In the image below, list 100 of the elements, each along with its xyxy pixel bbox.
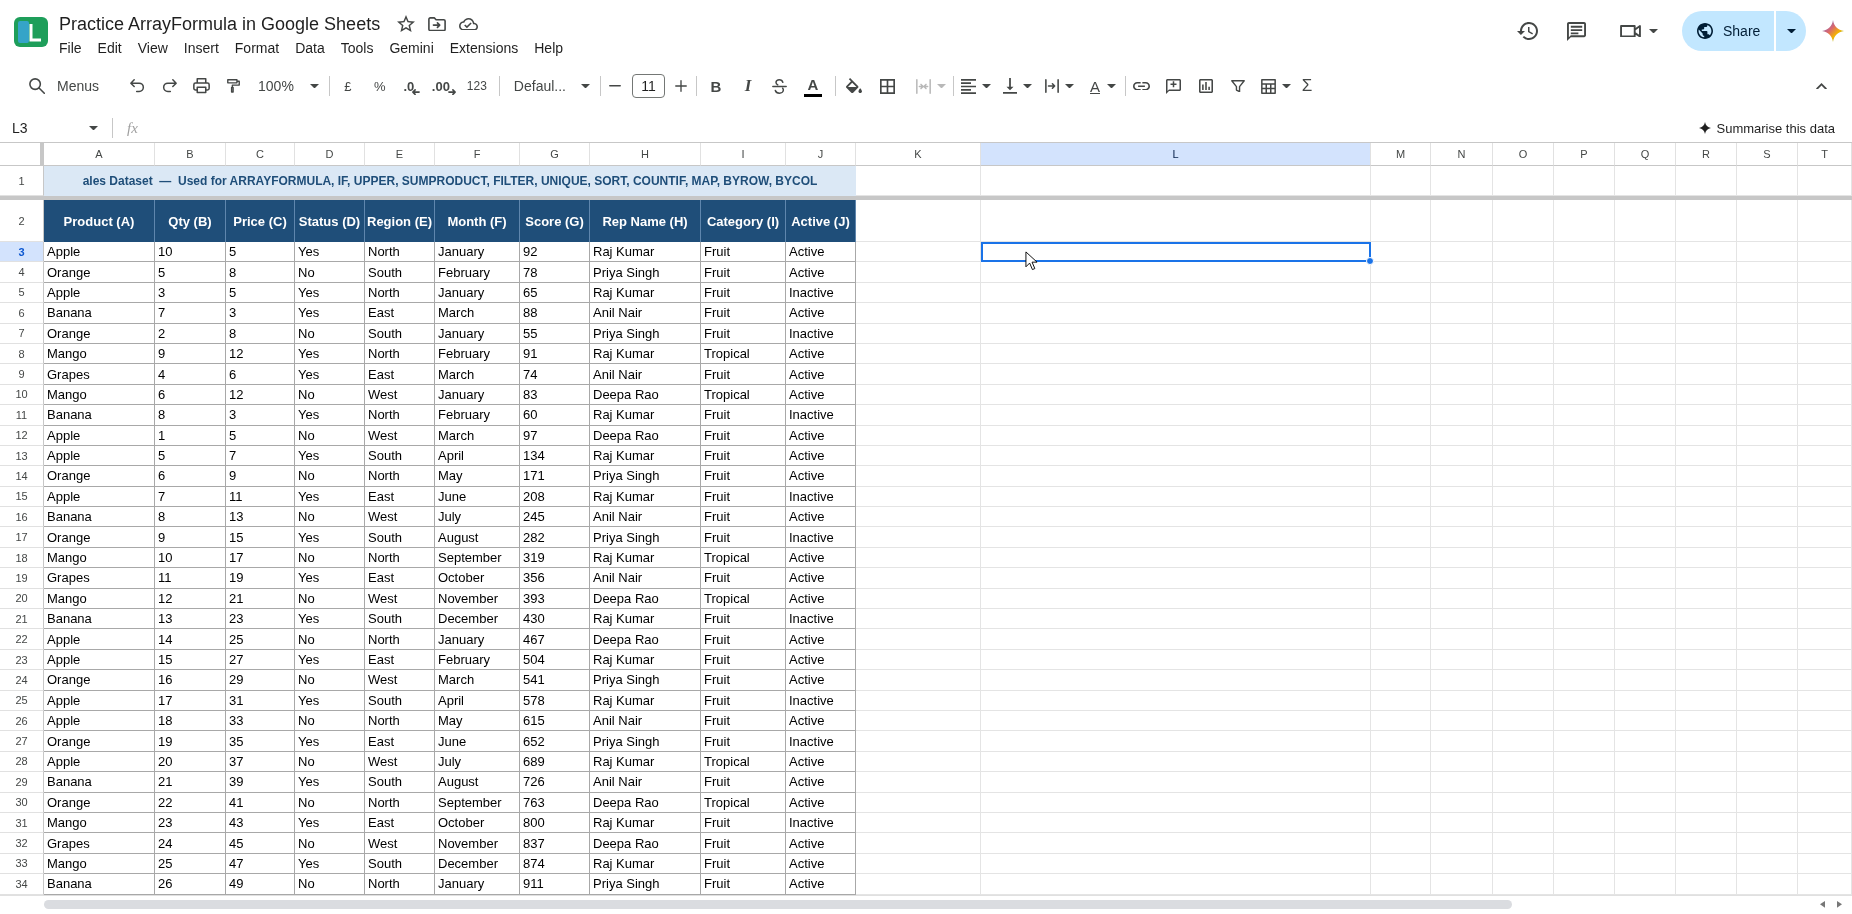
menu-item[interactable]: Help — [534, 38, 564, 58]
filter-icon[interactable] — [1231, 79, 1245, 93]
cloud-check-icon[interactable] — [459, 17, 479, 31]
scroll-right-icon[interactable] — [1837, 901, 1842, 908]
selected-cell[interactable] — [981, 242, 1371, 263]
row-header[interactable]: 28 — [0, 751, 44, 773]
paint-bucket-icon[interactable] — [846, 78, 862, 94]
row-header[interactable]: 11 — [0, 405, 44, 426]
row-header[interactable]: 31 — [0, 812, 44, 834]
align-left-icon[interactable] — [961, 78, 976, 94]
menu-item[interactable]: Format — [234, 38, 280, 58]
caret-icon[interactable] — [1649, 28, 1658, 34]
share-button[interactable]: Share — [1682, 11, 1774, 51]
align-bottom-icon[interactable] — [1003, 78, 1017, 94]
row-header[interactable]: 12 — [0, 425, 44, 446]
column-header[interactable]: P — [1554, 143, 1615, 166]
paint-roller-icon[interactable] — [226, 79, 240, 93]
caret-icon[interactable] — [1282, 83, 1291, 89]
menu-item[interactable]: Data — [295, 38, 325, 58]
row-header[interactable]: 26 — [0, 711, 44, 732]
column-header[interactable]: S — [1737, 143, 1798, 166]
borders-icon[interactable] — [880, 78, 896, 94]
add-comment-icon[interactable] — [1166, 78, 1182, 94]
redo-icon[interactable] — [161, 79, 177, 93]
table-grid-icon[interactable] — [1261, 78, 1276, 94]
star-icon[interactable] — [397, 15, 416, 33]
caret-icon[interactable] — [982, 83, 991, 89]
strikethrough-icon[interactable] — [772, 78, 788, 94]
currency-button[interactable]: £ — [331, 72, 364, 100]
row-header[interactable]: 25 — [0, 690, 44, 711]
row-header[interactable]: 23 — [0, 649, 44, 671]
sparkle-icon[interactable] — [1822, 20, 1844, 42]
print-icon[interactable] — [192, 78, 210, 94]
font-size-field[interactable]: 11 — [632, 74, 665, 98]
menu-item[interactable]: File — [59, 38, 82, 58]
row-header[interactable]: 14 — [0, 466, 44, 487]
column-header[interactable]: T — [1798, 143, 1852, 166]
comments-icon[interactable] — [1567, 21, 1586, 41]
number-format-button[interactable]: 123 — [459, 72, 494, 100]
row-header[interactable]: 34 — [0, 874, 44, 895]
column-header[interactable]: O — [1493, 143, 1554, 166]
row-header[interactable]: 4 — [0, 262, 44, 283]
row-header[interactable]: 19 — [0, 568, 44, 589]
link-icon[interactable] — [1133, 81, 1151, 91]
name-box[interactable]: L3 — [4, 115, 104, 141]
row-header[interactable]: 3 — [0, 242, 44, 263]
increase-decimal-button[interactable]: .00 — [427, 72, 460, 100]
menu-item[interactable]: Tools — [340, 38, 374, 58]
row-header[interactable]: 17 — [0, 527, 44, 548]
percent-button[interactable]: % — [363, 72, 396, 100]
row-header[interactable]: 5 — [0, 282, 44, 304]
caret-icon[interactable] — [1065, 83, 1074, 89]
row-header[interactable]: 22 — [0, 629, 44, 650]
decrease-decimal-button[interactable]: .0 — [395, 72, 428, 100]
plus-icon[interactable] — [675, 80, 687, 92]
row-header[interactable]: 7 — [0, 323, 44, 344]
column-header[interactable]: R — [1676, 143, 1737, 166]
row-header[interactable]: 16 — [0, 507, 44, 528]
row-header[interactable]: 15 — [0, 486, 44, 508]
scroll-left-icon[interactable] — [1820, 901, 1825, 908]
zoom-select[interactable]: 100% — [249, 72, 329, 100]
row-header[interactable]: 6 — [0, 303, 44, 324]
text-wrap-icon[interactable] — [1045, 79, 1059, 93]
row-header[interactable]: 9 — [0, 364, 44, 385]
row-header[interactable]: 20 — [0, 588, 44, 610]
row-header[interactable]: 32 — [0, 833, 44, 854]
font-select[interactable]: Defaul... — [505, 72, 600, 100]
row-header[interactable]: 18 — [0, 547, 44, 569]
row-header[interactable]: 33 — [0, 853, 44, 875]
menu-item[interactable]: View — [137, 38, 168, 58]
row-header[interactable]: 30 — [0, 792, 44, 813]
italic-button[interactable]: I — [732, 72, 764, 100]
functions-button[interactable]: Σ — [1296, 72, 1318, 100]
caret-icon[interactable] — [1023, 83, 1032, 89]
folder-move-icon[interactable] — [428, 16, 447, 32]
version-history-icon[interactable] — [1517, 22, 1538, 40]
row-header[interactable]: 10 — [0, 384, 44, 406]
chevron-up-icon[interactable] — [1816, 82, 1827, 90]
column-header[interactable]: L — [981, 143, 1371, 166]
row-header[interactable]: 29 — [0, 772, 44, 793]
row-header[interactable]: 27 — [0, 731, 44, 752]
menu-item[interactable]: Gemini — [389, 38, 434, 58]
column-header[interactable]: Q — [1615, 143, 1676, 166]
app-logo-icon[interactable] — [14, 17, 48, 47]
bold-button[interactable]: B — [700, 72, 732, 100]
row-header[interactable]: 24 — [0, 670, 44, 691]
undo-icon[interactable] — [129, 79, 145, 93]
menu-item[interactable]: Extensions — [449, 38, 519, 58]
summarise-button[interactable]: Summarise this data — [1694, 116, 1839, 140]
fill-handle[interactable] — [1366, 257, 1374, 266]
chart-icon[interactable] — [1199, 79, 1213, 93]
menu-item[interactable]: Insert — [183, 38, 219, 58]
row-header[interactable]: 13 — [0, 445, 44, 467]
row-header[interactable]: 21 — [0, 609, 44, 630]
text-rotation-button[interactable]: A — [1086, 72, 1124, 100]
column-header[interactable]: M — [1371, 143, 1431, 166]
text-color-button[interactable]: A — [796, 72, 830, 100]
search-menus-button[interactable]: Menus — [24, 72, 108, 100]
minus-icon[interactable] — [609, 85, 621, 87]
scrollbar-thumb[interactable] — [44, 900, 1512, 909]
